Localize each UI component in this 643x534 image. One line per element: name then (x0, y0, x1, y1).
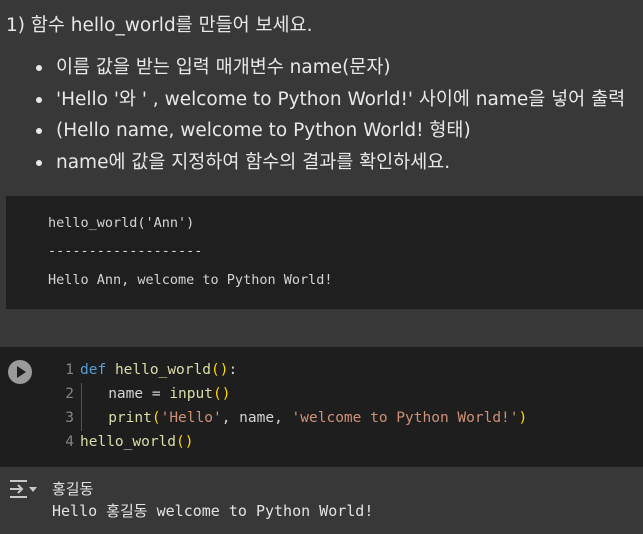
printed-output: Hello 홍길동 welcome to Python World! (52, 502, 374, 520)
function-name-token: input (169, 386, 213, 402)
string-token: 'welcome to Python World!' (291, 410, 519, 426)
code-line[interactable]: 3 print('Hello', name, 'welcome to Pytho… (56, 407, 527, 431)
list-item: name에 값을 지정하여 함수의 결과를 확인하세요. (36, 147, 625, 179)
line-number: 2 (65, 386, 74, 402)
indent-guide (81, 383, 82, 407)
sample-line: Hello Ann, welcome to Python World! (48, 272, 333, 288)
code-line[interactable]: 2 name = input() (56, 383, 230, 407)
output-toggle-icon[interactable] (8, 478, 38, 500)
keyword-token: def (80, 362, 107, 378)
function-name-token: hello_world (114, 362, 211, 378)
paren-token: () (210, 362, 229, 378)
paren-token: ) (518, 410, 528, 426)
colon-token: : (228, 362, 238, 378)
input-echo: 홍길동 (52, 480, 94, 498)
markdown-cell: 1) 함수 hello_world를 만들어 보세요. 이름 값을 받는 입력 … (0, 0, 643, 332)
sample-line: hello_world('Ann') (48, 215, 195, 231)
paren-token: ( (151, 410, 161, 426)
paren-token: () (176, 434, 194, 450)
function-name-token: hello_world (80, 434, 177, 450)
line-number: 1 (65, 362, 74, 378)
line-number: 3 (65, 410, 74, 426)
exercise-title: 1) 함수 hello_world를 만들어 보세요. (6, 15, 313, 36)
code-cell[interactable]: 1 def hello_world(): 2 name = input() 3 p… (0, 347, 643, 467)
string-token: 'Hello' (160, 410, 222, 426)
line-number: 4 (65, 434, 74, 450)
run-cell-button[interactable] (8, 360, 32, 384)
args-token: , name, (221, 410, 292, 426)
list-item: 'Hello '와 ' , welcome to Python World!' … (36, 84, 625, 116)
paren-token: () (212, 386, 231, 402)
sample-line: ------------------- (48, 243, 203, 259)
code-line[interactable]: 4 hello_world() (56, 431, 194, 455)
variable-token: name = (108, 386, 170, 402)
list-item: 이름 값을 받는 입력 매개변수 name(문자) (36, 52, 625, 84)
indent-guide (81, 407, 82, 431)
cell-output: 홍길동 Hello 홍길동 welcome to Python World! (0, 467, 643, 534)
sample-output-block: hello_world('Ann') ------------------- H… (6, 196, 643, 309)
list-item: (Hello name, welcome to Python World! 형태… (36, 115, 625, 147)
requirement-list: 이름 값을 받는 입력 매개변수 name(문자) 'Hello '와 ' , … (36, 52, 625, 178)
code-line[interactable]: 1 def hello_world(): (56, 359, 237, 383)
function-name-token: print (108, 410, 152, 426)
